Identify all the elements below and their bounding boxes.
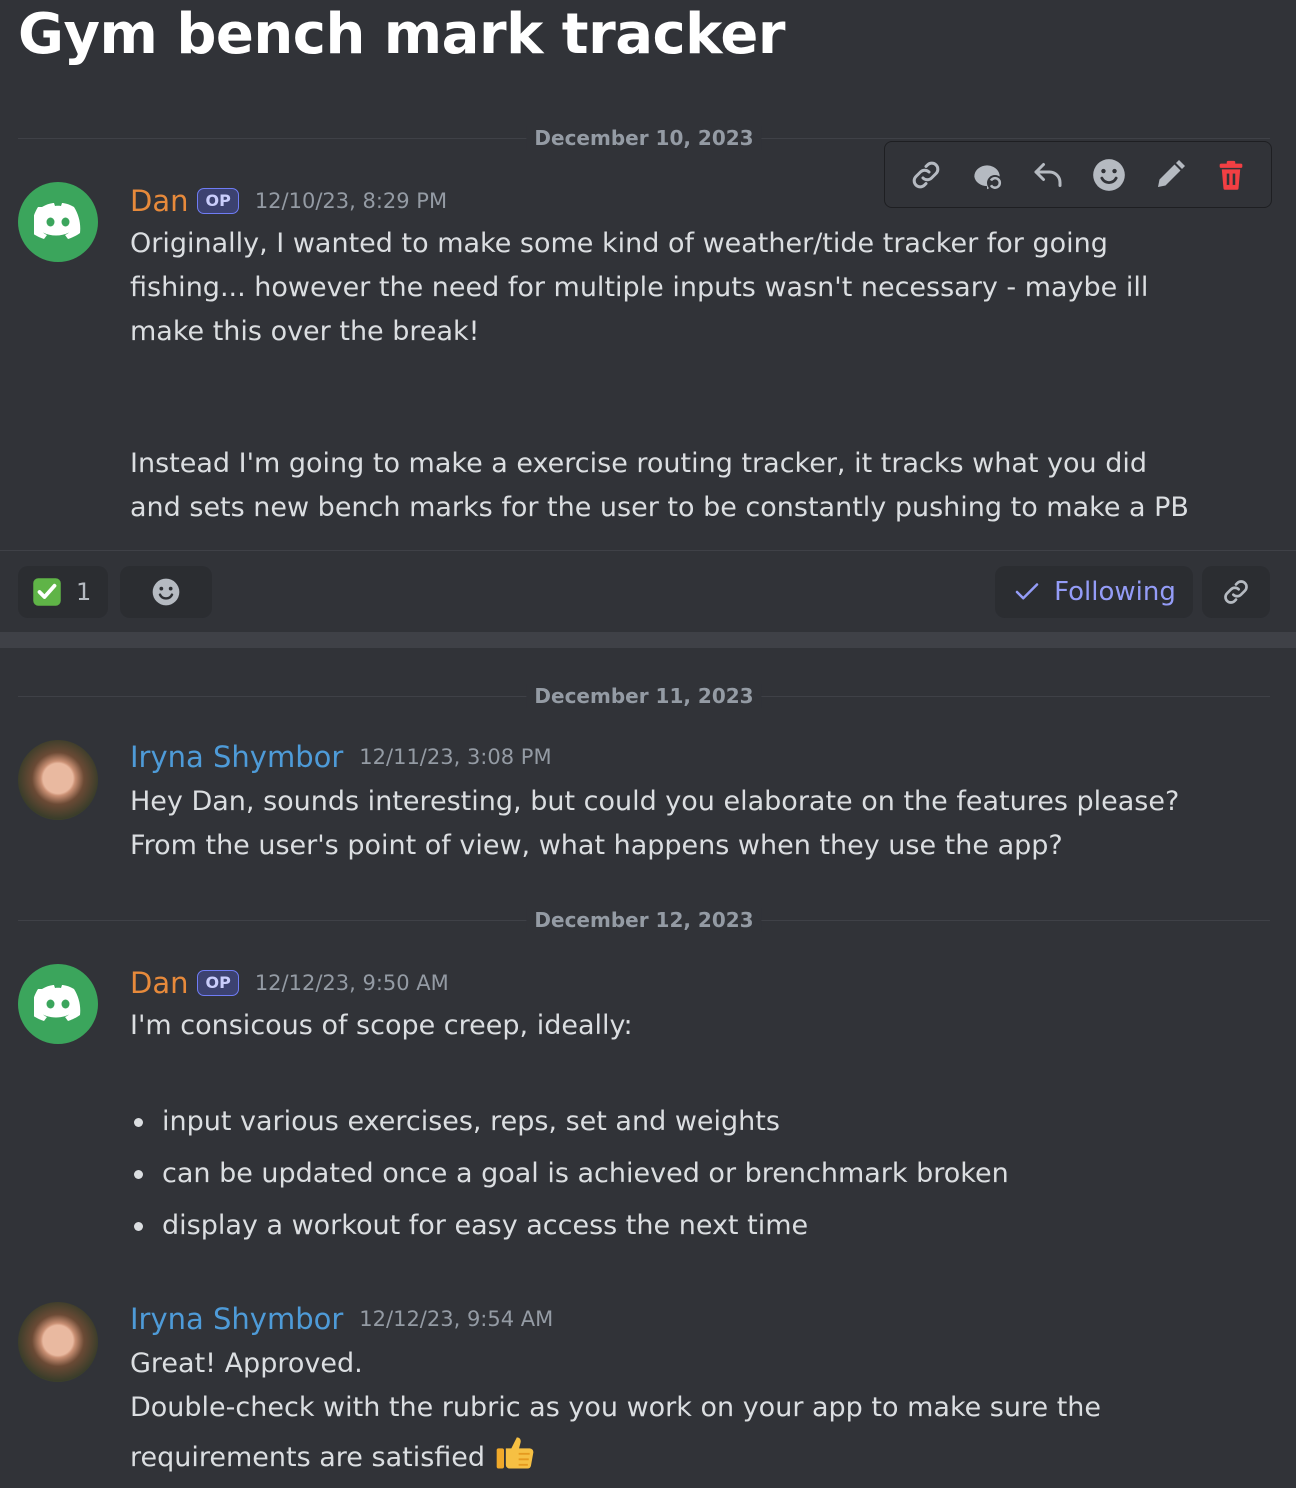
edit-button[interactable] xyxy=(1146,151,1194,199)
op-badge: OP xyxy=(197,970,239,996)
thumbs-up-emoji xyxy=(496,1437,534,1469)
avatar[interactable] xyxy=(18,182,98,262)
link-icon xyxy=(912,161,939,188)
thread-reply-icon xyxy=(973,164,1003,191)
author-name[interactable]: Iryna Shymbor xyxy=(130,740,343,774)
avatar[interactable] xyxy=(18,964,98,1044)
message-paragraph: Hey Dan, sounds interesting, but could y… xyxy=(130,786,1180,817)
date-divider: December 10, 2023 xyxy=(18,126,1270,150)
date-label: December 10, 2023 xyxy=(526,126,762,150)
timestamp[interactable]: 12/12/23, 9:50 AM xyxy=(255,971,449,995)
list-item: input various exercises, reps, set and w… xyxy=(130,1096,1230,1148)
following-label: Following xyxy=(1054,577,1176,607)
message-paragraph: From the user's point of view, what happ… xyxy=(130,830,1063,861)
timestamp[interactable]: 12/10/23, 8:29 PM xyxy=(255,189,447,213)
add-reaction-button[interactable] xyxy=(1085,151,1133,199)
separator xyxy=(0,550,1296,551)
discord-logo-icon xyxy=(34,203,81,239)
checkmark-icon xyxy=(1015,583,1039,600)
check-reaction[interactable]: 1 xyxy=(18,566,108,618)
message-header: Dan OP 12/10/23, 8:29 PM xyxy=(130,184,447,218)
delete-button[interactable] xyxy=(1207,151,1255,199)
author-name[interactable]: Iryna Shymbor xyxy=(130,1302,343,1336)
following-button[interactable]: Following xyxy=(995,566,1193,618)
date-divider: December 12, 2023 xyxy=(18,908,1270,932)
bullet-list: input various exercises, reps, set and w… xyxy=(130,1096,1230,1252)
message-paragraph: Instead I'm going to make a exercise rou… xyxy=(130,448,1189,523)
reaction-count: 1 xyxy=(76,578,92,606)
add-reaction-button[interactable] xyxy=(120,566,212,618)
message-content: I'm consicous of scope creep, ideally: i… xyxy=(130,1004,1230,1252)
date-divider: December 11, 2023 xyxy=(18,684,1270,708)
message-line: requirements are satisfied xyxy=(130,1430,1230,1480)
delete-icon xyxy=(1219,160,1242,190)
discord-logo-icon xyxy=(34,985,81,1021)
message-header: Iryna Shymbor 12/11/23, 3:08 PM xyxy=(130,740,552,774)
check-icon xyxy=(33,578,61,606)
avatar[interactable] xyxy=(18,740,98,820)
reply-icon xyxy=(1034,162,1061,187)
message-content: Hey Dan, sounds interesting, but could y… xyxy=(130,780,1230,868)
message-paragraph: Great! Approved. xyxy=(130,1348,363,1379)
emoji-icon xyxy=(1092,158,1125,191)
message-paragraph: Double-check with the rubric as you work… xyxy=(130,1392,1101,1423)
op-badge: OP xyxy=(197,188,239,214)
message-content: Originally, I wanted to make some kind o… xyxy=(130,222,1190,530)
emoji-icon xyxy=(152,578,180,606)
thread-title: Gym bench mark tracker xyxy=(18,2,786,67)
message-paragraph: requirements are satisfied xyxy=(130,1442,486,1473)
message-action-toolbar xyxy=(884,141,1272,208)
message-paragraph: Originally, I wanted to make some kind o… xyxy=(130,228,1149,347)
timestamp[interactable]: 12/12/23, 9:54 AM xyxy=(359,1307,553,1331)
edit-icon xyxy=(1157,159,1185,187)
link-icon xyxy=(1224,580,1248,604)
list-item: display a workout for easy access the ne… xyxy=(130,1200,1230,1252)
timestamp[interactable]: 12/11/23, 3:08 PM xyxy=(359,745,551,769)
avatar[interactable] xyxy=(18,1302,98,1382)
copy-link-button[interactable] xyxy=(1202,566,1270,618)
reply-button[interactable] xyxy=(1024,151,1072,199)
list-item: can be updated once a goal is achieved o… xyxy=(130,1148,1230,1200)
thread-starter-separator xyxy=(0,632,1296,648)
message-content: Great! Approved. Double-check with the r… xyxy=(130,1342,1230,1480)
author-name[interactable]: Dan xyxy=(130,966,188,1000)
create-thread-button[interactable] xyxy=(963,151,1011,199)
date-label: December 12, 2023 xyxy=(526,908,762,932)
date-label: December 11, 2023 xyxy=(526,684,762,708)
author-name[interactable]: Dan xyxy=(130,184,188,218)
message-paragraph: I'm consicous of scope creep, ideally: xyxy=(130,1010,633,1041)
message-header: Dan OP 12/12/23, 9:50 AM xyxy=(130,966,449,1000)
message-header: Iryna Shymbor 12/12/23, 9:54 AM xyxy=(130,1302,553,1336)
copy-link-button[interactable] xyxy=(902,151,950,199)
